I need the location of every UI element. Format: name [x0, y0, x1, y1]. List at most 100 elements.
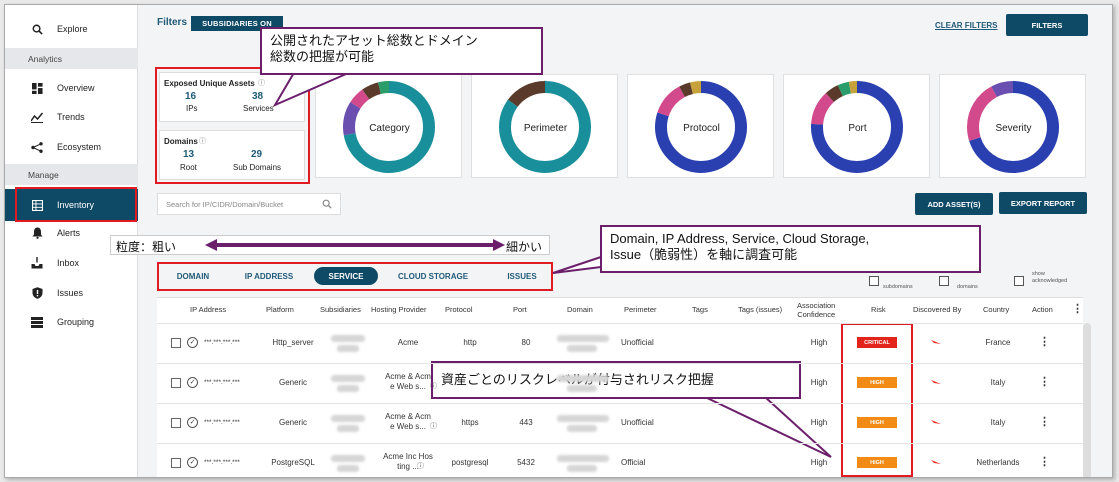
column-header-tags-issues[interactable]: Tags (issues) [738, 305, 782, 314]
sidebar-item-trends[interactable]: Trends [5, 102, 138, 132]
sidebar-item-grouping[interactable]: Grouping [5, 307, 138, 337]
column-header-country[interactable]: Country [983, 305, 1009, 314]
country-cell: Netherlands [976, 458, 1020, 467]
ip-address-cell[interactable]: ***.***.***.*** [204, 418, 240, 428]
domain-redacted [567, 385, 597, 392]
sidebar-item-issues[interactable]: Issues [5, 278, 138, 308]
column-header-protocol[interactable]: Protocol [445, 305, 473, 314]
donut-card-category[interactable]: Category [315, 74, 462, 178]
perimeter-cell: Official [621, 458, 646, 467]
row-action-menu-icon[interactable]: ⋮ [1039, 455, 1050, 468]
column-header-action[interactable]: Action [1032, 305, 1053, 314]
app-window: Explore Analytics Overview Trends Ecosys… [4, 4, 1113, 478]
sidebar-item-label: Alerts [57, 228, 81, 238]
sidebar-section-analytics: Analytics [5, 48, 138, 69]
add-assets-button[interactable]: ADD ASSET(S) [915, 193, 993, 215]
donut-card-port[interactable]: Port [783, 74, 930, 178]
donut-card-perimeter[interactable]: Perimeter [471, 74, 618, 178]
clear-filters-link[interactable]: CLEAR FILTERS [935, 21, 998, 30]
show-acknowledged-checkbox[interactable] [1014, 276, 1024, 286]
country-cell: Italy [990, 378, 1006, 387]
risk-badge: HIGH [857, 377, 897, 388]
row-checkbox[interactable] [171, 418, 181, 428]
sidebar-item-overview[interactable]: Overview [5, 73, 138, 103]
donut-label: Perimeter [523, 123, 568, 134]
shield-icon [31, 287, 43, 299]
sidebar-item-label: Grouping [57, 317, 95, 327]
search-input[interactable]: Search for IP/CIDR/Domain/Bucket [157, 193, 341, 215]
row-checkbox[interactable] [171, 458, 181, 468]
perimeter-cell: Unofficial [621, 338, 654, 347]
domain-redacted [557, 335, 609, 342]
domain-redacted [557, 455, 609, 462]
column-header-port[interactable]: Port [513, 305, 527, 314]
discovered-by-icon [931, 380, 941, 384]
sidebar-item-label: Inbox [57, 258, 80, 268]
platform-cell: Http_server [272, 338, 314, 347]
column-header-discovered-by[interactable]: Discovered By [913, 305, 961, 314]
ip-address-cell[interactable]: ***.***.***.*** [204, 338, 240, 348]
export-report-button[interactable]: EXPORT REPORT [999, 192, 1087, 214]
column-header-ip[interactable]: IP Address [190, 305, 226, 314]
filters-button[interactable]: FILTERS [1006, 14, 1088, 36]
sidebar-item-ecosystem[interactable]: Ecosystem [5, 132, 138, 162]
column-header-hosting[interactable]: Hosting Provider [371, 305, 426, 314]
discovered-by-icon [931, 340, 941, 344]
row-action-menu-icon[interactable]: ⋮ [1039, 335, 1050, 348]
column-header-platform[interactable]: Platform [266, 305, 294, 314]
domain-redacted [567, 345, 597, 352]
sidebar-item-explore[interactable]: Explore [5, 14, 138, 44]
ip-address-cell[interactable]: ***.***.***.*** [204, 378, 240, 388]
column-header-domain[interactable]: Domain [567, 305, 593, 314]
protocol-cell: postgresql [451, 458, 489, 467]
acknowledge-icon[interactable]: ✓ [187, 377, 198, 388]
acknowledge-icon[interactable]: ✓ [187, 417, 198, 428]
subsidiary-redacted [331, 455, 365, 462]
domain-redacted [557, 375, 609, 382]
acknowledge-icon[interactable]: ✓ [187, 457, 198, 468]
table-scrollbar[interactable] [1083, 323, 1091, 477]
domain-redacted [567, 465, 597, 472]
subsidiary-redacted [337, 345, 359, 352]
confidence-cell: High [810, 418, 828, 427]
port-cell: 80 [521, 338, 531, 347]
search-placeholder: Search for IP/CIDR/Domain/Bucket [166, 199, 284, 209]
granularity-arrow-icon [205, 239, 505, 251]
highlight-tabs [157, 262, 553, 291]
row-checkbox[interactable] [171, 338, 181, 348]
granularity-fine-label: 細かい [506, 240, 543, 254]
subsidiary-redacted [331, 335, 365, 342]
sidebar-item-label: Explore [57, 24, 88, 34]
risk-badge: CRITICAL [857, 337, 897, 348]
ip-address-cell[interactable]: ***.***.***.*** [204, 458, 240, 468]
trend-chart-icon [31, 111, 43, 123]
donut-card-protocol[interactable]: Protocol [627, 74, 774, 178]
donut-label: Port [848, 123, 867, 134]
row-checkbox[interactable] [171, 378, 181, 388]
column-header-risk[interactable]: Risk [871, 305, 886, 314]
column-header-tags[interactable]: Tags [692, 305, 708, 314]
subsidiary-redacted [337, 465, 359, 472]
sidebar-item-label: Ecosystem [57, 142, 102, 152]
acknowledge-icon[interactable]: ✓ [187, 337, 198, 348]
donut-label: Severity [995, 123, 1032, 134]
column-header-subsidiaries[interactable]: Subsidiaries [320, 305, 361, 314]
inbox-icon [31, 257, 43, 269]
row-action-menu-icon[interactable]: ⋮ [1039, 415, 1050, 428]
platform-cell: Generic [278, 418, 307, 427]
subsidiary-redacted [337, 425, 359, 432]
callout-asset-totals: 公開されたアセット総数とドメイン 総数の把握が可能 [260, 27, 543, 75]
donut-card-severity[interactable]: Severity [939, 74, 1086, 178]
column-header-confidence[interactable]: Association Confidence [797, 301, 835, 319]
hosting-provider-cell: Acme [397, 338, 419, 347]
donut-label: Protocol [683, 123, 720, 134]
filters-title: Filters [157, 17, 188, 28]
subdomains-checkbox[interactable] [869, 276, 879, 286]
row-action-menu-icon[interactable]: ⋮ [1039, 375, 1050, 388]
columns-menu-icon[interactable]: ⋮ [1072, 302, 1083, 315]
subsidiary-redacted [331, 375, 365, 382]
domains-checkbox[interactable] [939, 276, 949, 286]
port-cell: 5432 [517, 458, 535, 467]
column-header-perimeter[interactable]: Perimeter [624, 305, 657, 314]
subdomains-label: subdomains [883, 284, 913, 290]
